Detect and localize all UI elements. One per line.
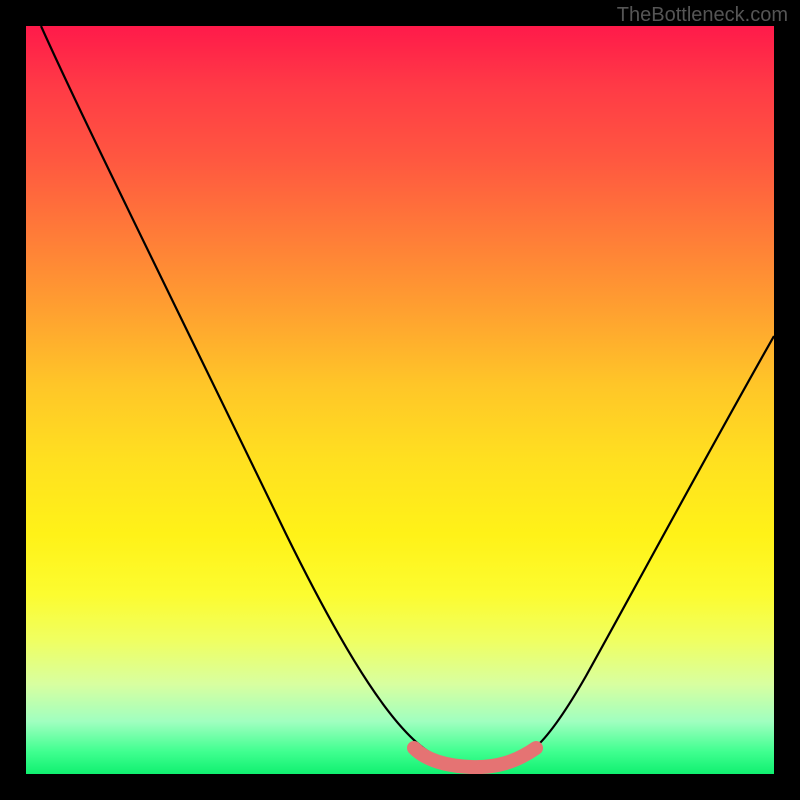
highlight-segment: [414, 748, 536, 767]
watermark-text: TheBottleneck.com: [617, 4, 788, 27]
bottleneck-curve: [26, 26, 774, 774]
curve-path: [41, 26, 774, 767]
chart-plot-area: [26, 26, 774, 774]
